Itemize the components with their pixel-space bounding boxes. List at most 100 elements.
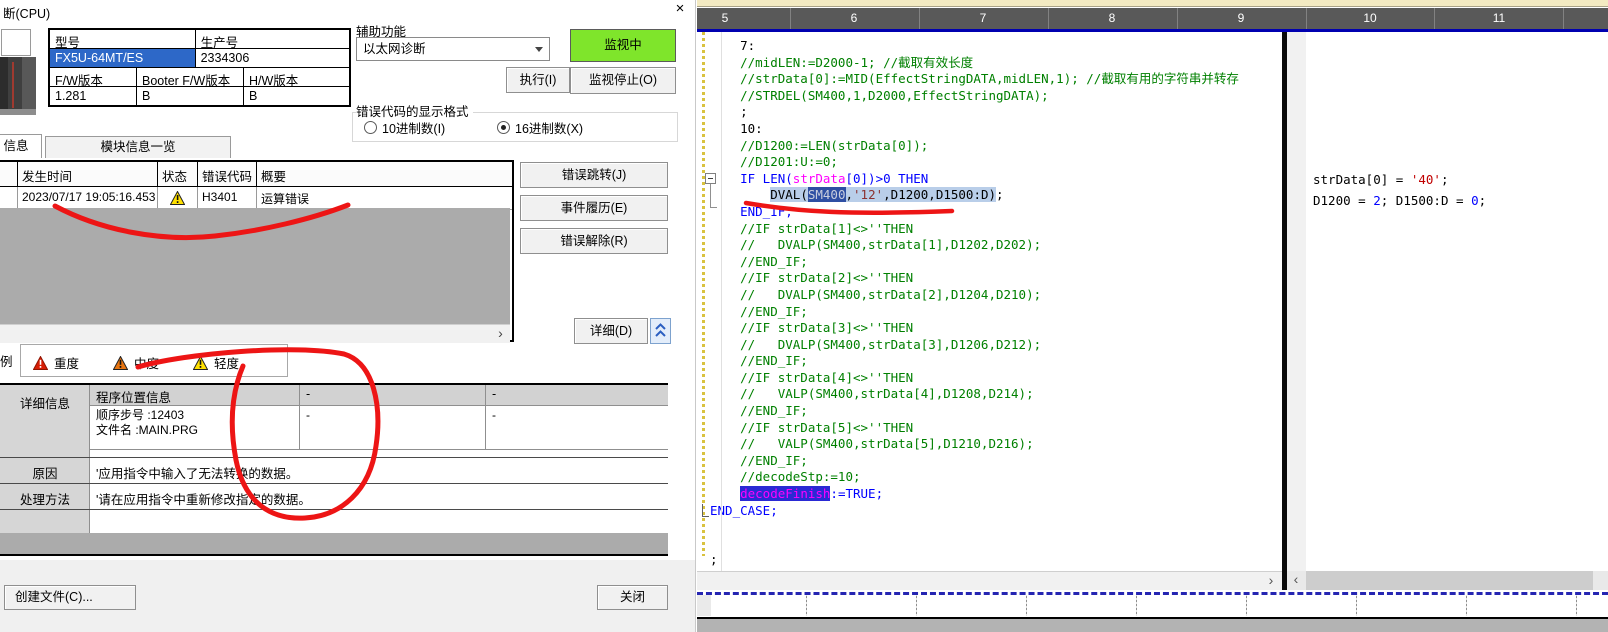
code-line[interactable]: //IF strData[3]<>''THEN [710,320,1239,337]
code-line[interactable]: END_IF; [710,204,1239,221]
code-hscrollbar[interactable]: › [697,571,1282,590]
error-row[interactable]: 2023/07/17 19:05:16.453 H3401 运算错误 [0,187,512,210]
code-line[interactable]: //D1200:=LEN(strData[0]); [710,138,1239,155]
code-line[interactable]: ; [710,552,1239,569]
screen: 断(CPU) × 型号 生产号 FX5U-64MT/ES 2334306 F/W… [0,0,1608,632]
code-line[interactable]: //END_IF; [710,254,1239,271]
watch-hscrollbar[interactable]: ‹ [1287,571,1608,590]
column-header-number: 9 [1238,11,1245,25]
model-value-cell[interactable]: FX5U-64MT/ES [50,49,196,68]
watch-token: 2 [1373,193,1381,208]
code-line[interactable]: IF LEN(strData[0])>0 THEN [710,171,1239,188]
code-line[interactable]: //strData[0]:=MID(EffectStringDATA,midLE… [710,71,1239,88]
module-image-part [0,109,36,115]
code-line[interactable]: decodeFinish:=TRUE; [710,486,1239,503]
code-token: ; [710,104,748,119]
code-line[interactable]: ; [710,104,1239,121]
close-icon[interactable]: × [668,0,692,19]
watch-token: ; D1500:D = [1381,193,1471,208]
code-line[interactable] [710,519,1239,536]
code-line[interactable]: //midLEN:=D2000-1; //截取有效长度 [710,55,1239,72]
collapse-double-chevron-icon[interactable] [650,318,671,344]
code-line[interactable]: //STRDEL(SM400,1,D2000,EffectStringDATA)… [710,88,1239,105]
code-line[interactable]: //IF strData[1]<>''THEN [710,221,1239,238]
error-list-header: 发生时间 状态 错误代码 概要 [0,162,512,187]
scroll-right-icon[interactable]: › [1262,573,1280,589]
row-separator [0,509,668,510]
column-header-number: 7 [980,11,987,25]
legend-moderate-label: 中度 [134,353,159,372]
column-separator [1048,8,1049,29]
detail-info-label: 详细信息 [0,393,90,412]
tab-error-info-label: 信息 [3,139,28,153]
code-line[interactable]: //IF strData[5]<>''THEN [710,420,1239,437]
code-line[interactable]: 10: [710,121,1239,138]
monitor-stop-button[interactable]: 监视停止(O) [570,67,676,94]
error-col-code-header: 错误代码 [198,162,257,186]
scroll-left-icon[interactable]: ‹ [1287,572,1305,588]
legend-moderate: 中度 [113,353,159,372]
watch-pane[interactable]: strData[0] = '40';D1200 = 2; D1500:D = 0… [1313,169,1486,211]
code-line[interactable]: 7: [710,38,1239,55]
code-line[interactable]: //decodeStp:=10; [710,469,1239,486]
decimal-radio[interactable]: 10进制数(I) [364,118,445,137]
serial-value-cell[interactable]: 2334306 [196,49,349,68]
watch-line[interactable]: D1200 = 2; D1500:D = 0; [1313,190,1486,211]
error-list-hscrollbar[interactable]: › [0,324,510,343]
severity-legend: 重度 中度 轻度 [20,344,288,377]
code-line[interactable]: // VALP(SM400,strData[4],D1208,D214); [710,386,1239,403]
scroll-right-icon[interactable]: › [492,325,509,342]
aux-function-dropdown[interactable]: 以太网诊断 [356,37,550,61]
code-line[interactable]: //IF strData[2]<>''THEN [710,270,1239,287]
remedy-text: '请在应用指令中重新修改指定的数据。 [96,489,311,508]
code-token: //END_IF; [710,353,808,368]
tab-error-info[interactable]: 信息 [0,134,42,158]
code-token: //END_IF; [710,403,808,418]
minor-triangle-icon [193,356,208,370]
detail-button[interactable]: 详细(D) [574,318,648,344]
scrollbar-thumb[interactable] [1306,571,1593,590]
code-line[interactable] [710,536,1239,553]
hw-header-cell: H/W版本 [244,68,349,87]
execute-button[interactable]: 执行(I) [506,67,570,93]
code-line[interactable]: DVAL(SM400,'12',D1200,D1500:D); [710,187,1239,204]
bookmark-strip [702,32,705,556]
hexadecimal-radio[interactable]: 16进制数(X) [497,118,583,137]
code-line[interactable]: //END_IF; [710,304,1239,321]
watch-line[interactable]: strData[0] = '40'; [1313,169,1486,190]
error-list-empty-area [0,208,510,324]
event-history-button[interactable]: 事件履历(E) [520,195,668,221]
code-line[interactable]: //END_IF; [710,453,1239,470]
code-line[interactable]: // VALP(SM400,strData[5],D1210,D216); [710,436,1239,453]
column-separator [790,8,791,29]
code-line[interactable]: //END_IF; [710,353,1239,370]
column-separator [1434,8,1435,29]
code-token: //strData[0]:=MID(EffectStringDATA,midLE… [710,71,1239,86]
error-clear-button[interactable]: 错误解除(R) [520,228,668,254]
error-jump-button[interactable]: 错误跳转(J) [520,162,668,188]
create-file-button[interactable]: 创建文件(C)... [4,585,136,610]
code-line[interactable]: END_CASE; [710,503,1239,520]
monitoring-status-button[interactable]: 监视中 [570,29,676,62]
code-token: //END_IF; [710,304,808,319]
column-separator [1177,8,1178,29]
close-button[interactable]: 关闭 [597,585,668,610]
code-line[interactable]: // DVALP(SM400,strData[1],D1202,D202); [710,237,1239,254]
cpu-diagnostics-dialog: 断(CPU) × 型号 生产号 FX5U-64MT/ES 2334306 F/W… [0,0,695,632]
code-line[interactable]: // DVALP(SM400,strData[3],D1206,D212); [710,337,1239,354]
code-line[interactable]: //END_IF; [710,403,1239,420]
error-code-cell: H3401 [198,187,257,209]
fold-marker-icon[interactable] [705,173,716,184]
code-line[interactable]: // DVALP(SM400,strData[2],D1204,D210); [710,287,1239,304]
error-row-lead-cell [0,187,18,209]
code-line[interactable]: //IF strData[4]<>''THEN [710,370,1239,387]
column-separator [919,8,920,29]
tab-module-info-list[interactable]: 模块信息一览 [45,136,231,158]
code-token: decodeFinish [740,486,830,501]
detail-dash-cell: - [486,406,668,450]
remedy-label: 处理方法 [0,489,90,508]
code-line[interactable]: //D1201:U:=0; [710,154,1239,171]
program-pos-header-cell: 程序位置信息 [90,385,300,406]
code-area[interactable]: 7: //midLEN:=D2000-1; //截取有效长度 //strData… [697,32,1282,571]
chevron-down-icon [535,47,543,52]
